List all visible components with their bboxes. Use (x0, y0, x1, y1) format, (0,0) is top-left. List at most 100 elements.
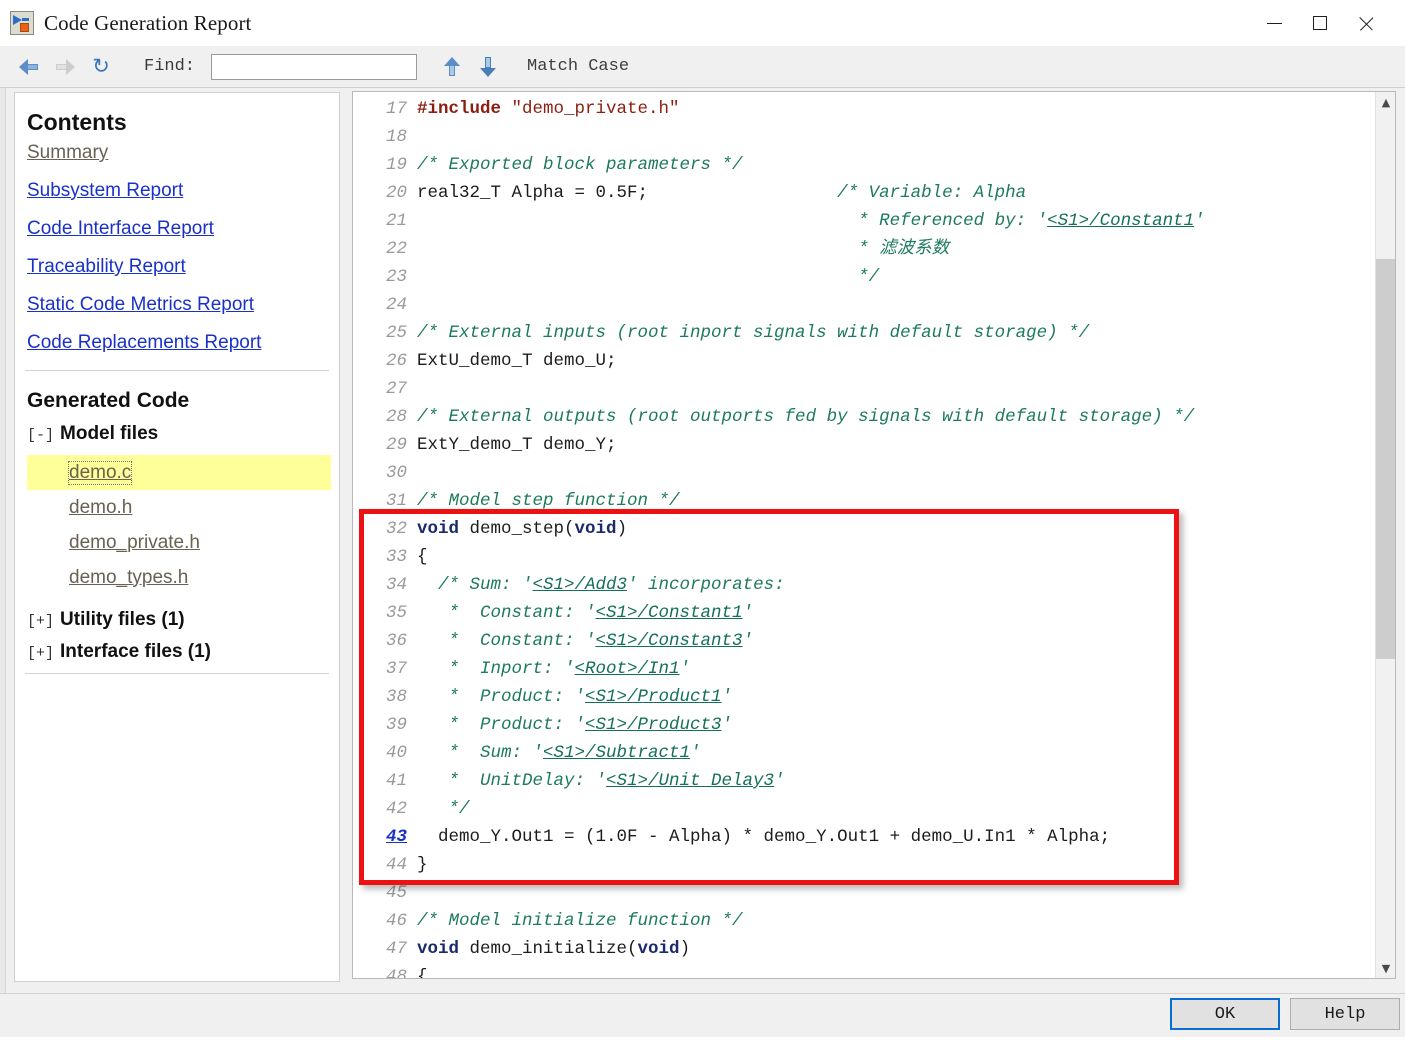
code-generation-report-window: Code Generation Report ↻ Find: Match Cas… (0, 0, 1405, 1040)
code-line: 31 /* Model step function */ (353, 487, 1205, 515)
code-block-link[interactable]: <S1>/Constant1 (1047, 211, 1194, 231)
code-block-link[interactable]: <S1>/Subtract1 (543, 743, 690, 763)
reload-button[interactable]: ↻ (86, 52, 116, 82)
code-line-number: 24 (385, 295, 407, 315)
code-line: 29 ExtY_demo_T demo_Y; (353, 431, 1205, 459)
code-line: 45 (353, 879, 1205, 907)
code-token: ' (774, 771, 785, 791)
code-line: 35 * Constant: '<S1>/Constant1' (353, 599, 1205, 627)
code-line-text: * Constant: '<S1>/Constant1' (417, 599, 1205, 627)
code-line: 24 (353, 291, 1205, 319)
code-token: /* Model initialize function */ (417, 911, 743, 931)
code-line-number: 30 (385, 463, 407, 483)
code-token: ' (690, 743, 701, 763)
code-block-link[interactable]: <S1>/Constant1 (596, 603, 743, 623)
toc-link-traceability-report[interactable]: Traceability Report (27, 256, 186, 278)
back-button[interactable] (14, 52, 44, 82)
code-line: 36 * Constant: '<S1>/Constant3' (353, 627, 1205, 655)
match-case-toggle[interactable]: Match Case (527, 57, 629, 76)
code-token: * Product: ' (417, 687, 586, 707)
tree-group-interface-files[interactable]: [+] Interface files (1) (27, 641, 339, 663)
tree-group-model-files[interactable]: [-] Model files (27, 423, 339, 445)
minimize-button[interactable] (1251, 0, 1297, 46)
window-controls (1251, 0, 1405, 46)
code-line-text: { (417, 963, 1205, 978)
code-line-number: 48 (385, 967, 407, 978)
forward-button[interactable] (50, 52, 80, 82)
tree-file-link[interactable]: demo_types.h (69, 567, 188, 589)
minimize-icon (1266, 22, 1282, 24)
code-scroll-area[interactable]: 17 #include "demo_private.h" 18 19 /* Export… (353, 92, 1375, 978)
code-line-number: 23 (385, 267, 407, 287)
toc-link-code-replacements-report[interactable]: Code Replacements Report (27, 332, 261, 354)
toc-link-static-code-metrics-report[interactable]: Static Code Metrics Report (27, 294, 254, 316)
code-line-number-link[interactable]: 43 (353, 823, 417, 851)
expand-toggle-icon[interactable]: [+] (27, 613, 54, 630)
code-block-link[interactable]: <S1>/Constant3 (596, 631, 743, 651)
find-next-button[interactable] (473, 52, 503, 82)
collapse-toggle-icon[interactable]: [-] (27, 427, 54, 444)
code-line-text: * Constant: '<S1>/Constant3' (417, 627, 1205, 655)
toolbar: ↻ Find: Match Case (0, 46, 1405, 88)
code-line: 44} (353, 851, 1205, 879)
scroll-up-icon[interactable]: ▲ (1376, 92, 1395, 112)
tree-file-link[interactable]: demo.h (69, 497, 132, 519)
table-of-contents: Summary Subsystem Report Code Interface … (27, 142, 339, 354)
code-line-number: 20 (385, 183, 407, 203)
search-input[interactable] (211, 53, 418, 80)
code-line-number: 34 (385, 575, 407, 595)
code-line-text: * Product: '<S1>/Product3' (417, 711, 1205, 739)
toc-link-subsystem-report[interactable]: Subsystem Report (27, 180, 183, 202)
code-token: * Constant: ' (417, 603, 596, 623)
contents-sidebar: Contents Summary Subsystem Report Code I… (14, 92, 340, 982)
code-block-link[interactable]: <S1>/Product3 (585, 715, 722, 735)
code-token: /* External inputs (root inport signals … (417, 323, 1090, 343)
code-line-number: 47 (385, 939, 407, 959)
close-button[interactable] (1343, 0, 1389, 46)
code-token: real32_T Alpha = 0.5F; (417, 183, 838, 203)
code-token: /* Variable: Alpha (837, 183, 1027, 203)
code-line-number: 22 (385, 239, 407, 259)
toc-link-summary[interactable]: Summary (27, 142, 108, 164)
code-line: 48 { (353, 963, 1205, 978)
tree-file-row-demo-types-h[interactable]: demo_types.h (27, 560, 339, 595)
code-line-text: ExtY_demo_T demo_Y; (417, 431, 1205, 459)
maximize-button[interactable] (1297, 0, 1343, 46)
code-token: ' (721, 715, 733, 735)
code-token: * 滤波系数 (847, 239, 950, 259)
find-previous-button[interactable] (437, 52, 467, 82)
tree-file-row-demo-h[interactable]: demo.h (27, 490, 339, 525)
code-line: 33 { (353, 543, 1205, 571)
code-block-link[interactable]: <Root>/In1 (575, 659, 680, 679)
code-line: 34 /* Sum: '<S1>/Add3' incorporates: (353, 571, 1205, 599)
tree-group-label: Interface files (1) (60, 641, 212, 662)
tree-file-link[interactable]: demo_private.h (69, 532, 200, 554)
expand-toggle-icon[interactable]: [+] (27, 645, 54, 662)
vertical-scrollbar[interactable]: ▲ ▼ (1375, 92, 1395, 978)
code-token: ' (742, 631, 754, 651)
code-block-link[interactable]: <S1>/Product1 (585, 687, 722, 707)
tree-group-utility-files[interactable]: [+] Utility files (1) (27, 609, 339, 631)
scroll-down-icon[interactable]: ▼ (1376, 958, 1395, 978)
scrollbar-thumb[interactable] (1376, 259, 1395, 660)
code-block-link[interactable]: <S1>/Add3 (533, 575, 628, 595)
find-label: Find: (144, 57, 196, 76)
tree-file-row-demo-private-h[interactable]: demo_private.h (27, 525, 339, 560)
help-button[interactable]: Help (1290, 998, 1400, 1030)
code-token: * Sum: ' (417, 743, 544, 763)
toc-link-code-interface-report[interactable]: Code Interface Report (27, 218, 214, 240)
code-line: 47 void demo_initialize(void) (353, 935, 1205, 963)
code-token: void (417, 519, 460, 539)
find-previous-icon (444, 56, 461, 77)
code-block-link[interactable]: <S1>/Unit Delay3 (606, 771, 774, 791)
tree-file-row-demo-c[interactable]: demo.c (27, 455, 331, 490)
tree-file-link[interactable]: demo.c (67, 460, 133, 485)
ok-button[interactable]: OK (1170, 998, 1280, 1030)
code-line-number: 17 (385, 99, 407, 119)
code-line-text: /* Model step function */ (417, 487, 1205, 515)
code-token: demo_initialize( (459, 939, 638, 959)
code-line-number: 35 (385, 603, 407, 623)
panel-splitter[interactable] (341, 88, 352, 993)
